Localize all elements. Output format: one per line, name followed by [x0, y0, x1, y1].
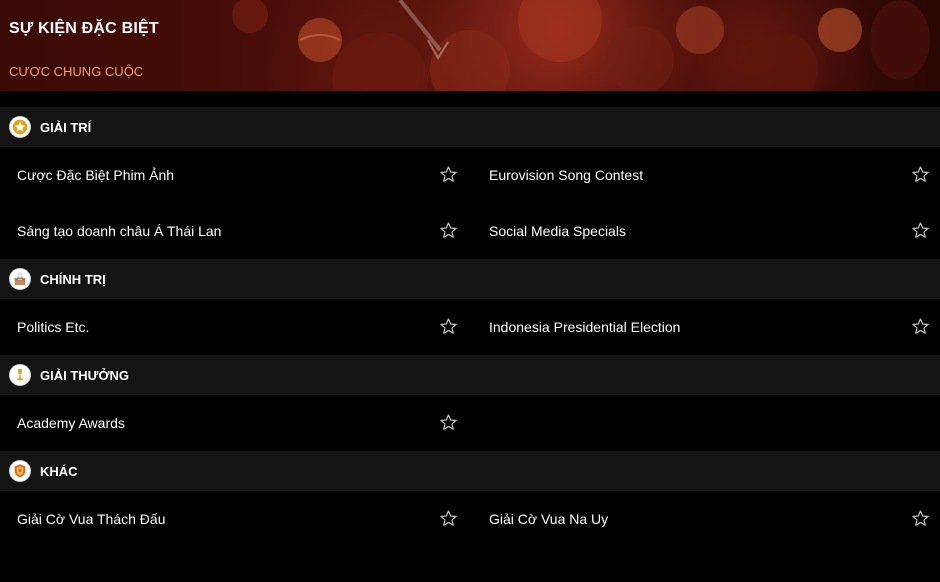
- list-item-label[interactable]: Academy Awards: [17, 415, 125, 431]
- list-item-label[interactable]: Sáng tạo doanh châu Á Thái Lan: [17, 223, 221, 239]
- list-item-politics-etc[interactable]: Politics Etc.: [0, 299, 470, 355]
- list-item-eurovision[interactable]: Eurovision Song Contest: [470, 147, 940, 203]
- page-subtitle: CƯỢC CHUNG CUỘC: [9, 64, 144, 79]
- shield-icon: [9, 460, 31, 482]
- favorite-star-icon[interactable]: [439, 317, 458, 336]
- page-title: SỰ KIỆN ĐẶC BIỆT: [9, 20, 159, 37]
- favorite-star-icon[interactable]: [911, 165, 930, 184]
- list-row: Cược Đặc Biệt Phim Ảnh Eurovision Song C…: [0, 147, 940, 203]
- list-item-label[interactable]: Politics Etc.: [17, 319, 89, 335]
- list-row: Politics Etc. Indonesia Presidential Ele…: [0, 299, 940, 355]
- list-row: Academy Awards: [0, 395, 940, 451]
- list-row: Giải Cờ Vua Thách Đấu Giải Cờ Vua Na Uy: [0, 491, 940, 547]
- section-label: GIẢI TRÍ: [40, 119, 92, 135]
- list-item-label[interactable]: Giải Cờ Vua Thách Đấu: [17, 511, 165, 527]
- section-label: CHÍNH TRỊ: [40, 271, 106, 287]
- section-header-awards: GIẢI THƯỞNG: [0, 355, 940, 395]
- section-header-politics: CHÍNH TRỊ: [0, 259, 940, 299]
- favorite-star-icon[interactable]: [439, 165, 458, 184]
- section-label: GIẢI THƯỞNG: [40, 367, 130, 383]
- empty-cell: [470, 395, 940, 451]
- list-item-social-media[interactable]: Social Media Specials: [470, 203, 940, 259]
- list-item-film-specials[interactable]: Cược Đặc Biệt Phim Ảnh: [0, 147, 470, 203]
- list-row: Sáng tạo doanh châu Á Thái Lan Social Me…: [0, 203, 940, 259]
- categories-list: GIẢI TRÍ Cược Đặc Biệt Phim Ảnh Eurovisi…: [0, 91, 940, 582]
- favorite-star-icon[interactable]: [439, 413, 458, 432]
- favorite-star-icon[interactable]: [911, 317, 930, 336]
- ballot-box-icon: [9, 268, 31, 290]
- list-item-label[interactable]: Cược Đặc Biệt Phim Ảnh: [17, 167, 174, 183]
- trophy-icon: [9, 364, 31, 386]
- favorite-star-icon[interactable]: [911, 221, 930, 240]
- list-item-label[interactable]: Social Media Specials: [489, 223, 626, 239]
- list-item-chess-challenge[interactable]: Giải Cờ Vua Thách Đấu: [0, 491, 470, 547]
- section-label: KHÁC: [40, 463, 78, 479]
- favorite-star-icon[interactable]: [911, 509, 930, 528]
- section-header-other: KHÁC: [0, 451, 940, 491]
- section-header-entertainment: GIẢI TRÍ: [0, 107, 940, 147]
- favorite-star-icon[interactable]: [439, 221, 458, 240]
- header-banner: SỰ KIỆN ĐẶC BIỆT CƯỢC CHUNG CUỘC: [0, 0, 940, 91]
- list-item-label[interactable]: Giải Cờ Vua Na Uy: [489, 511, 608, 527]
- list-item-thailand-creative[interactable]: Sáng tạo doanh châu Á Thái Lan: [0, 203, 470, 259]
- list-item-indonesia-election[interactable]: Indonesia Presidential Election: [470, 299, 940, 355]
- star-icon: [9, 116, 31, 138]
- list-item-label[interactable]: Eurovision Song Contest: [489, 167, 643, 183]
- list-item-label[interactable]: Indonesia Presidential Election: [489, 319, 680, 335]
- list-item-academy-awards[interactable]: Academy Awards: [0, 395, 470, 451]
- list-item-norway-chess[interactable]: Giải Cờ Vua Na Uy: [470, 491, 940, 547]
- favorite-star-icon[interactable]: [439, 509, 458, 528]
